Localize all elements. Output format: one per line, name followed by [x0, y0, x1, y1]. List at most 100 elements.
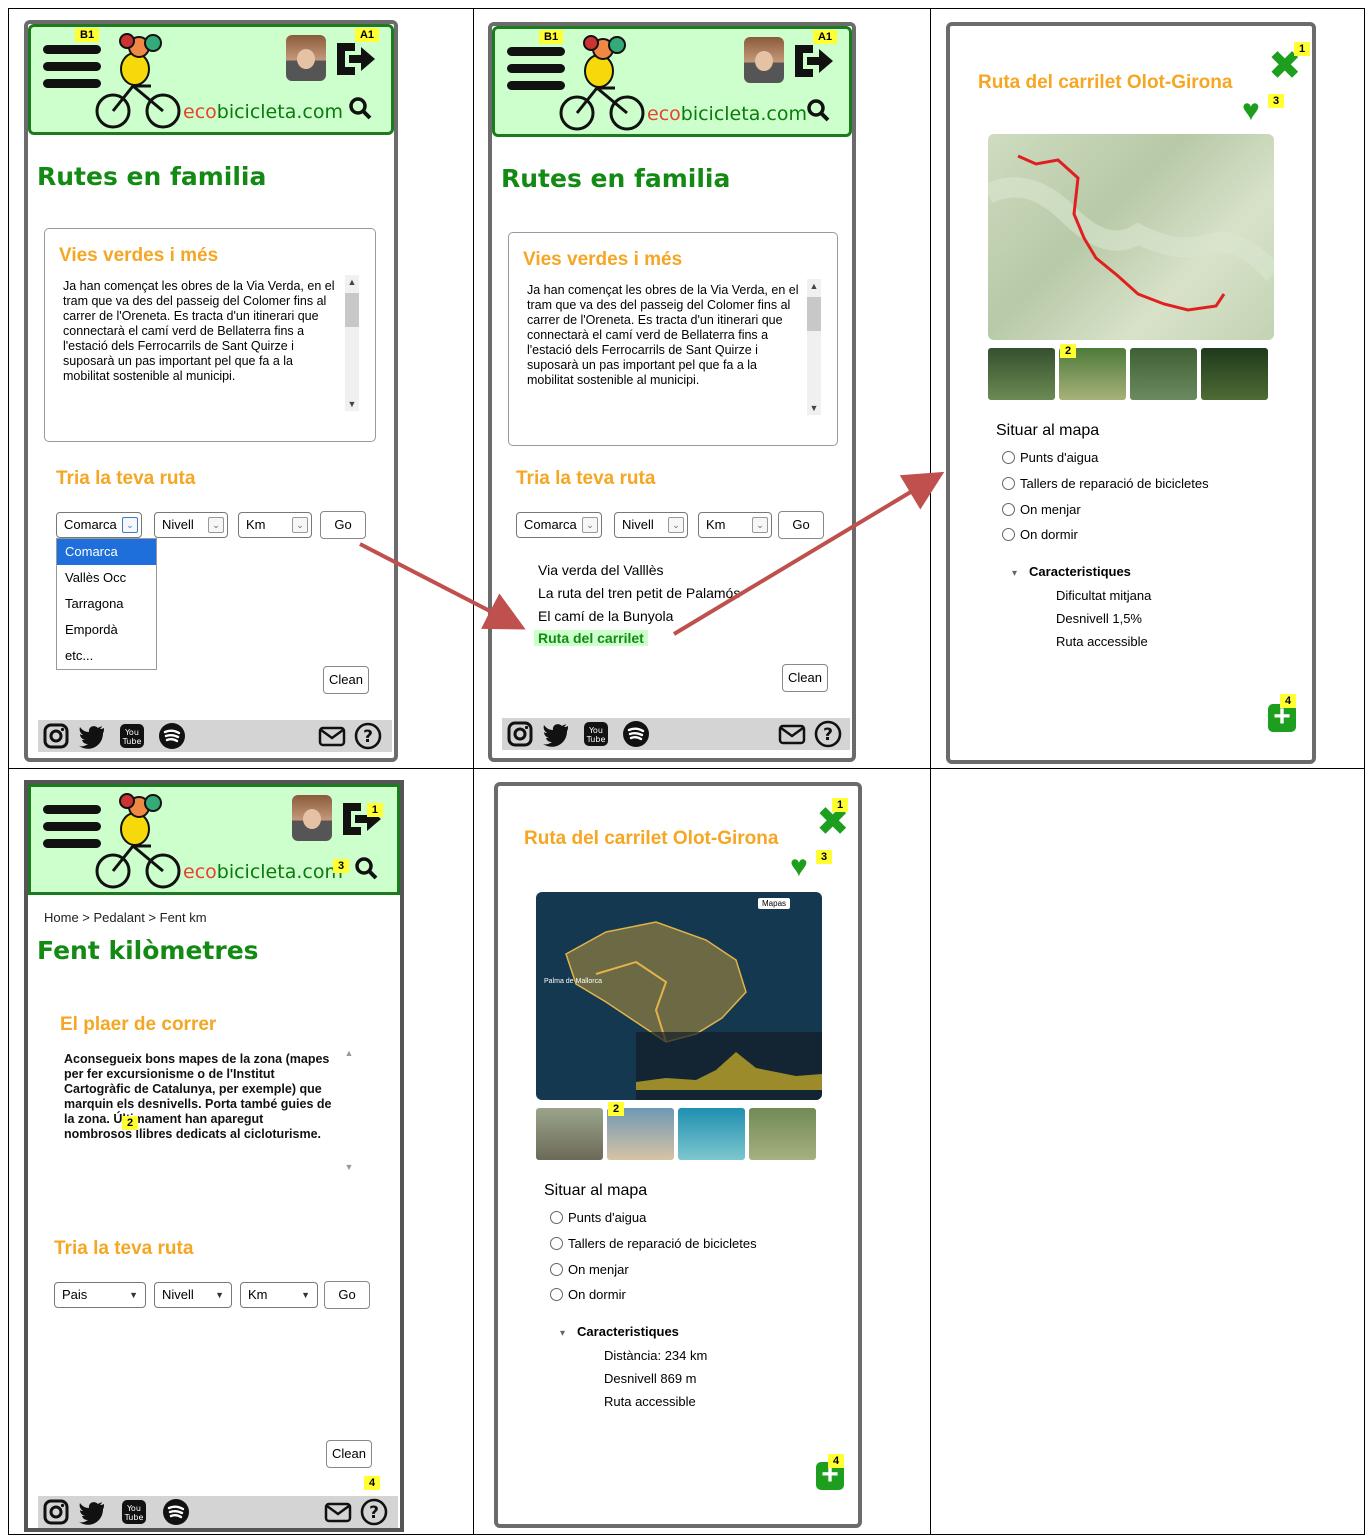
nivell-select[interactable]: Nivell ⌄ — [154, 512, 228, 538]
comarca-select[interactable]: Comarca ⌄ — [56, 512, 142, 538]
dropdown-option[interactable]: etc... — [57, 643, 156, 669]
scrollbar[interactable]: ▲ ▼ — [345, 275, 359, 411]
twitter-icon[interactable] — [542, 720, 570, 748]
breadcrumb[interactable]: Home > Pedalant > Fent km — [44, 910, 207, 925]
youtube-icon[interactable]: YouTube — [118, 722, 146, 750]
nivell-select[interactable]: Nivell ⌄ — [614, 512, 688, 538]
cyclist-logo[interactable] — [93, 31, 185, 131]
go-button[interactable]: Go — [320, 511, 366, 539]
youtube-icon[interactable]: YouTube — [582, 720, 610, 748]
radio-on-menjar[interactable]: On menjar — [1002, 502, 1081, 517]
route-link[interactable]: El camí de la Bunyola — [538, 608, 673, 624]
search-icon[interactable] — [805, 97, 831, 123]
help-icon[interactable]: ? — [354, 722, 382, 750]
map-type-button[interactable]: Mapas — [758, 898, 791, 909]
help-icon[interactable]: ? — [360, 1498, 388, 1526]
cyclist-logo[interactable] — [93, 791, 185, 891]
pais-select[interactable]: Pais ▼ — [54, 1282, 146, 1308]
km-select[interactable]: Km ⌄ — [238, 512, 312, 538]
route-photo[interactable] — [1130, 348, 1197, 400]
help-icon[interactable]: ? — [814, 720, 842, 748]
radio-punts-aigua[interactable]: Punts d'aigua — [1002, 450, 1098, 465]
route-link[interactable]: Via verda del Valllès — [538, 562, 664, 578]
spotify-icon[interactable] — [158, 722, 186, 750]
instagram-icon[interactable] — [506, 720, 534, 748]
mail-icon[interactable] — [324, 1498, 352, 1526]
clean-button[interactable]: Clean — [782, 664, 828, 692]
dropdown-option[interactable]: Comarca — [57, 539, 156, 565]
nivell-select[interactable]: Nivell ▼ — [154, 1282, 232, 1308]
go-button[interactable]: Go — [778, 511, 824, 539]
mail-icon[interactable] — [778, 720, 806, 748]
feature-item: Dificultat mitjana — [1056, 588, 1152, 603]
spotify-icon[interactable] — [162, 1498, 190, 1526]
radio-on-dormir[interactable]: On dormir — [550, 1287, 626, 1302]
comarca-select[interactable]: Comarca ⌄ — [516, 512, 602, 538]
twitter-icon[interactable] — [78, 722, 106, 750]
dropdown-option[interactable]: Empordà — [57, 617, 156, 643]
chevron-down-icon: ▼ — [215, 1290, 224, 1300]
page-title: Rutes en familia — [37, 162, 267, 191]
heart-icon[interactable]: ♥ — [1242, 96, 1260, 126]
route-link[interactable]: La ruta del tren petit de Palamós — [538, 585, 740, 601]
route-map[interactable]: Mapas Palma de Mallorca — [536, 892, 822, 1100]
grid-line — [8, 8, 1365, 9]
brand-name[interactable]: ecobicicleta.com — [647, 103, 807, 125]
features-toggle[interactable]: Caracteristiques — [1012, 564, 1131, 579]
info-box-title: El plaer de correr — [60, 1014, 217, 1035]
elevation-profile — [636, 1032, 822, 1100]
radio-tallers[interactable]: Tallers de reparació de bicicletes — [1002, 476, 1209, 491]
radio-punts-aigua[interactable]: Punts d'aigua — [550, 1210, 646, 1225]
user-avatar[interactable] — [744, 37, 784, 83]
svg-text:?: ? — [369, 1503, 379, 1523]
route-photo[interactable] — [988, 348, 1055, 400]
app-header: ecobicicleta.com 3 1 — [28, 784, 400, 895]
app-header: B1 ecobicicleta.com A1 — [28, 24, 394, 135]
route-photo[interactable] — [1201, 348, 1268, 400]
grid-line — [8, 1534, 1365, 1535]
app-header: B1 ecobicicleta.com A1 — [492, 26, 852, 137]
clean-button[interactable]: Clean — [323, 666, 369, 694]
user-avatar[interactable] — [286, 35, 326, 81]
cyclist-logo[interactable] — [557, 33, 649, 133]
spotify-icon[interactable] — [622, 720, 650, 748]
svg-text:Tube: Tube — [122, 737, 142, 746]
logout-icon[interactable] — [791, 41, 835, 81]
youtube-icon[interactable]: YouTube — [120, 1498, 148, 1526]
user-avatar[interactable] — [292, 795, 332, 841]
go-button[interactable]: Go — [324, 1281, 370, 1309]
route-map[interactable] — [988, 134, 1274, 340]
instagram-icon[interactable] — [42, 1498, 70, 1526]
km-select[interactable]: Km ⌄ — [698, 512, 772, 538]
features-toggle[interactable]: Caracteristiques — [560, 1324, 679, 1339]
radio-on-menjar[interactable]: On menjar — [550, 1262, 629, 1277]
dropdown-option[interactable]: Tarragona — [57, 591, 156, 617]
clean-button[interactable]: Clean — [326, 1440, 372, 1468]
heart-icon[interactable]: ♥ — [790, 852, 808, 882]
route-detail-title: Ruta del carrilet Olot-Girona — [978, 72, 1233, 93]
radio-on-dormir[interactable]: On dormir — [1002, 527, 1078, 542]
chevron-down-icon: ⌄ — [122, 517, 138, 533]
route-photo[interactable] — [749, 1108, 816, 1160]
radio-tallers[interactable]: Tallers de reparació de bicicletes — [550, 1236, 757, 1251]
twitter-icon[interactable] — [78, 1498, 106, 1526]
chevron-down-icon: ▼ — [129, 1290, 138, 1300]
brand-name[interactable]: ecobicicleta.com — [183, 101, 343, 123]
dropdown-option[interactable]: Vallès Occ — [57, 565, 156, 591]
search-icon[interactable] — [347, 95, 373, 121]
route-photo[interactable] — [678, 1108, 745, 1160]
route-photo[interactable] — [536, 1108, 603, 1160]
route-link-selected[interactable]: Ruta del carrilet — [534, 630, 648, 646]
brand-name[interactable]: ecobicicleta.com — [183, 861, 343, 883]
logout-icon[interactable] — [333, 39, 377, 79]
plus-icon[interactable]: + — [1268, 702, 1296, 732]
route-section-title: Tria la teva ruta — [54, 1238, 194, 1259]
km-select[interactable]: Km ▼ — [240, 1282, 318, 1308]
scrollbar[interactable]: ▲ ▼ — [342, 1046, 356, 1174]
mail-icon[interactable] — [318, 722, 346, 750]
search-icon[interactable] — [353, 855, 379, 881]
instagram-icon[interactable] — [42, 722, 70, 750]
badge-1: 1 — [1294, 42, 1311, 56]
badge-1: 1 — [366, 803, 383, 817]
scrollbar[interactable]: ▲ ▼ — [807, 279, 821, 415]
